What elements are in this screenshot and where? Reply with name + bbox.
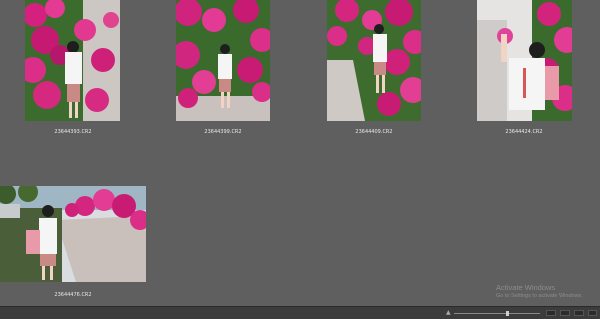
activate-windows-watermark: Activate Windows Go to Settings to activ… — [496, 283, 583, 299]
thumbnail-photo[interactable] — [327, 0, 421, 121]
status-bar: ▲ — [0, 306, 600, 319]
thumbnail-filename: 23644399.CR2 — [204, 129, 242, 135]
thumbnail-photo[interactable] — [477, 0, 572, 121]
mountain-small-icon[interactable]: ▲ — [446, 309, 451, 316]
thumbnail-photo[interactable] — [0, 186, 146, 282]
thumbnail-filename: 23644424.CR2 — [505, 129, 543, 135]
list-view-button[interactable] — [574, 310, 584, 316]
thumbnail-filename: 23644409.CR2 — [355, 129, 393, 135]
zoom-slider-thumb[interactable] — [506, 311, 509, 316]
filmstrip-view-button[interactable] — [588, 310, 597, 316]
zoom-slider[interactable] — [454, 311, 540, 316]
watermark-subtitle: Go to Settings to activate Windows. — [496, 293, 583, 299]
thumbnail-grid: 23644393.CR2 23644399.CR2 23644409.CR2 2… — [0, 0, 600, 306]
watermark-title: Activate Windows — [496, 283, 556, 292]
details-view-button[interactable] — [560, 310, 570, 316]
thumbnail-photo[interactable] — [176, 0, 270, 121]
thumbnail-filename: 23644393.CR2 — [54, 129, 92, 135]
grid-view-button[interactable] — [546, 310, 556, 316]
thumbnail-filename: 23644476.CR2 — [54, 292, 92, 298]
thumbnail-photo[interactable] — [25, 0, 120, 121]
